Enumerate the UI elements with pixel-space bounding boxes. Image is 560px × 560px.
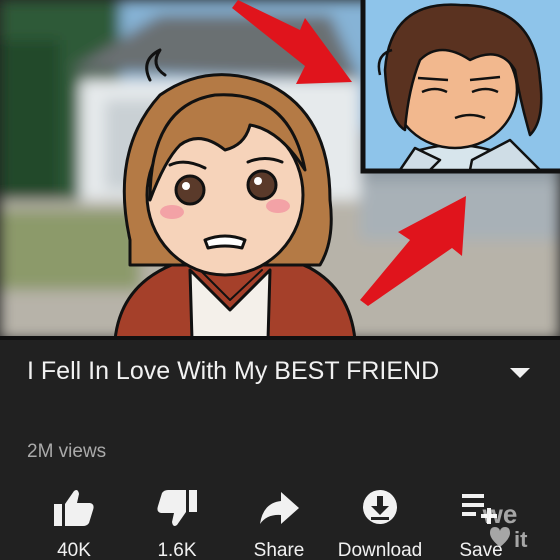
download-label: Download — [337, 540, 423, 560]
svg-text:it: it — [514, 527, 528, 552]
like-button[interactable]: 40K — [19, 488, 129, 560]
heart-icon — [490, 527, 510, 547]
video-page: I Fell In Love With My BEST FRIEND 2M vi… — [0, 0, 560, 560]
thumbs-up-icon — [54, 490, 94, 526]
download-icon — [363, 490, 397, 524]
share-button[interactable]: Share — [224, 488, 334, 560]
like-count: 40K — [57, 540, 91, 560]
dislike-count: 1.6K — [157, 540, 197, 560]
svg-text:we: we — [482, 499, 518, 529]
video-thumbnail[interactable] — [0, 0, 560, 340]
expand-description-button[interactable] — [506, 362, 534, 382]
dislike-button[interactable]: 1.6K — [122, 488, 232, 560]
chevron-down-icon — [510, 368, 530, 378]
share-icon — [260, 492, 299, 524]
view-count: 2M views — [27, 441, 107, 462]
download-button[interactable]: Download — [325, 488, 435, 560]
thumbs-down-icon — [157, 490, 197, 526]
weheartit-watermark: we it — [482, 499, 528, 552]
video-title[interactable]: I Fell In Love With My BEST FRIEND — [27, 352, 497, 390]
share-label: Share — [253, 540, 305, 560]
thumbnail-illustration — [0, 0, 560, 340]
